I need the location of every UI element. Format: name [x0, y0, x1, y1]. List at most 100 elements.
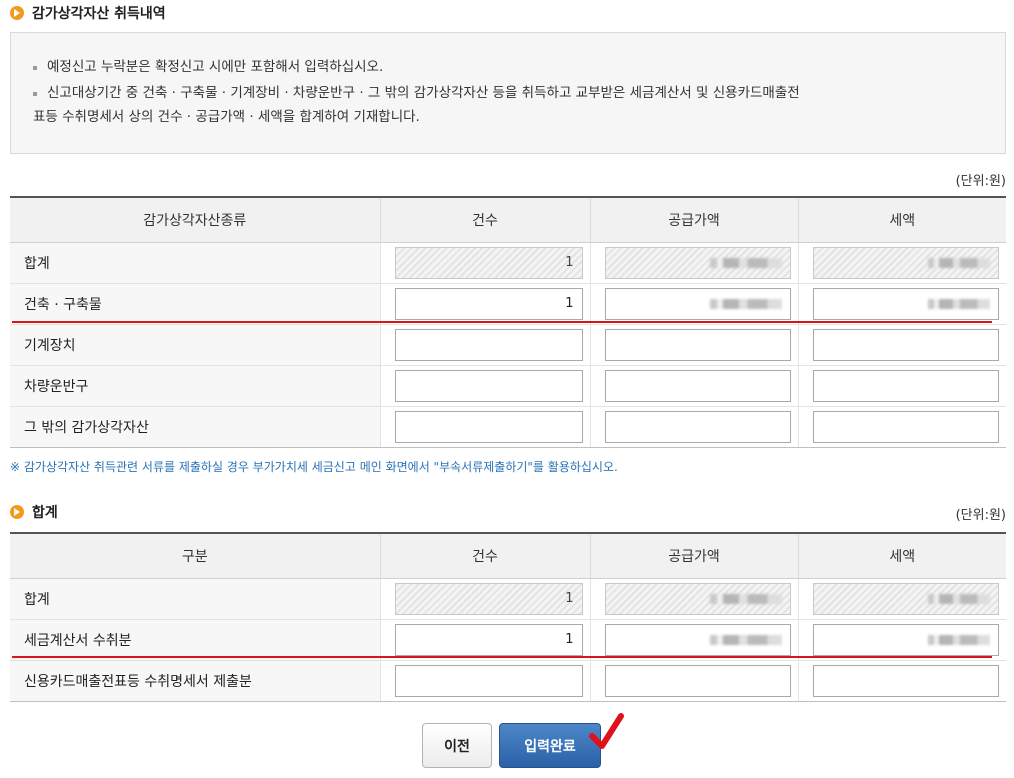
count-input: 1 [394, 582, 583, 615]
count-input: 1 [394, 246, 583, 279]
masked-amount [709, 298, 782, 309]
unit-label: (단위:원) [955, 174, 1006, 189]
input-cell [798, 242, 1006, 284]
row-label: 신용카드매출전표등 수취명세서 제출분 [10, 660, 381, 702]
input-cell [798, 619, 1006, 661]
unit-label: (단위:원) [955, 508, 1006, 523]
count-input[interactable] [394, 328, 583, 361]
supply-amount-input[interactable] [604, 287, 791, 320]
supply-amount-input[interactable] [604, 328, 791, 361]
table-row: 신용카드매출전표등 수취명세서 제출분 [10, 660, 1006, 702]
notice-item: 예정신고 누락분은 확정신고 시에만 포함해서 입력하십시오. [33, 55, 985, 79]
table-row: 합계 1 [10, 242, 1006, 284]
row-label: 합계 [10, 578, 381, 620]
square-bullet-icon [33, 92, 37, 96]
masked-amount [928, 634, 990, 645]
supply-amount-input[interactable] [604, 369, 791, 402]
orange-bullet-icon [10, 505, 24, 519]
input-cell: 1 [380, 283, 591, 325]
red-check-icon [589, 713, 624, 749]
tax-amount-input[interactable] [812, 287, 999, 320]
prev-button[interactable]: 이전 [422, 723, 492, 768]
supply-amount-input[interactable] [604, 664, 791, 697]
table-row: 건축 · 구축물 1 [10, 283, 1006, 325]
column-header: 공급가액 [590, 533, 799, 579]
row-label: 세금계산서 수취분 [10, 619, 381, 661]
table-header-row: 구분 건수 공급가액 세액 [10, 533, 1006, 579]
input-cell [798, 406, 1006, 448]
highlight-underline [12, 656, 992, 658]
tax-amount-input [812, 246, 999, 279]
input-cell [590, 283, 799, 325]
masked-amount [928, 593, 990, 604]
table-row: 세금계산서 수취분 1 [10, 619, 1006, 661]
orange-bullet-icon [10, 6, 24, 20]
tax-amount-input[interactable] [812, 410, 999, 443]
row-label: 합계 [10, 242, 381, 284]
section-title-total: 합계 [10, 502, 58, 522]
input-cell: 1 [380, 619, 591, 661]
masked-amount [709, 257, 782, 268]
input-cell [590, 365, 799, 407]
table-row: 합계 1 [10, 578, 1006, 620]
tax-amount-input [812, 582, 999, 615]
masked-amount [709, 593, 782, 604]
count-input[interactable] [394, 369, 583, 402]
column-header: 감가상각자산종류 [10, 197, 381, 243]
attachment-footnote: ※ 감가상각자산 취득관련 서류를 제출하실 경우 부가가치세 세금신고 메인 … [10, 460, 618, 474]
section-title-text: 합계 [32, 505, 58, 521]
input-cell [590, 406, 799, 448]
input-cell [798, 660, 1006, 702]
tax-amount-input[interactable] [812, 328, 999, 361]
input-cell: 1 [380, 578, 591, 620]
masked-amount [928, 298, 990, 309]
count-input[interactable] [394, 410, 583, 443]
input-cell [590, 660, 799, 702]
row-label: 그 밖의 감가상각자산 [10, 406, 381, 448]
column-header: 건수 [380, 197, 591, 243]
column-header: 세액 [798, 197, 1006, 243]
table-row: 기계장치 [10, 324, 1006, 366]
input-cell [590, 619, 799, 661]
input-cell [798, 365, 1006, 407]
input-cell [380, 660, 591, 702]
count-value: 1 [565, 255, 574, 270]
total-table: 구분 건수 공급가액 세액 합계 1 세금계산서 수취분 1 신용카드매출전표등 수취명… [10, 532, 1006, 702]
row-label: 기계장치 [10, 324, 381, 366]
column-header: 건수 [380, 533, 591, 579]
count-input[interactable] [394, 664, 583, 697]
count-input[interactable]: 1 [394, 623, 583, 656]
input-cell [590, 242, 799, 284]
supply-amount-input [604, 246, 791, 279]
tax-amount-input[interactable] [812, 664, 999, 697]
input-cell [380, 324, 591, 366]
input-cell [380, 406, 591, 448]
supply-amount-input[interactable] [604, 623, 791, 656]
table-header-row: 감가상각자산종류 건수 공급가액 세액 [10, 197, 1006, 243]
supply-amount-input[interactable] [604, 410, 791, 443]
supply-amount-input [604, 582, 791, 615]
square-bullet-icon [33, 66, 37, 70]
masked-amount [709, 634, 782, 645]
masked-amount [928, 257, 990, 268]
table-row: 차량운반구 [10, 365, 1006, 407]
count-value: 1 [565, 296, 574, 311]
submit-button[interactable]: 입력완료 [499, 723, 601, 768]
notice-box: 예정신고 누락분은 확정신고 시에만 포함해서 입력하십시오. 신고대상기간 중… [10, 32, 1006, 154]
highlight-underline [12, 321, 992, 323]
input-cell [798, 578, 1006, 620]
input-cell: 1 [380, 242, 591, 284]
row-label: 건축 · 구축물 [10, 283, 381, 325]
input-cell [590, 578, 799, 620]
table-row: 그 밖의 감가상각자산 [10, 406, 1006, 448]
count-value: 1 [565, 632, 574, 647]
tax-amount-input[interactable] [812, 369, 999, 402]
input-cell [798, 283, 1006, 325]
count-input[interactable]: 1 [394, 287, 583, 320]
tax-amount-input[interactable] [812, 623, 999, 656]
notice-item: 신고대상기간 중 건축 · 구축물 · 기계장비 · 차량운반구 · 그 밖의 … [33, 81, 985, 105]
row-label: 차량운반구 [10, 365, 381, 407]
section-title-depreciable-assets: 감가상각자산 취득내역 [10, 3, 166, 23]
section-title-text: 감가상각자산 취득내역 [32, 6, 166, 22]
column-header: 세액 [798, 533, 1006, 579]
